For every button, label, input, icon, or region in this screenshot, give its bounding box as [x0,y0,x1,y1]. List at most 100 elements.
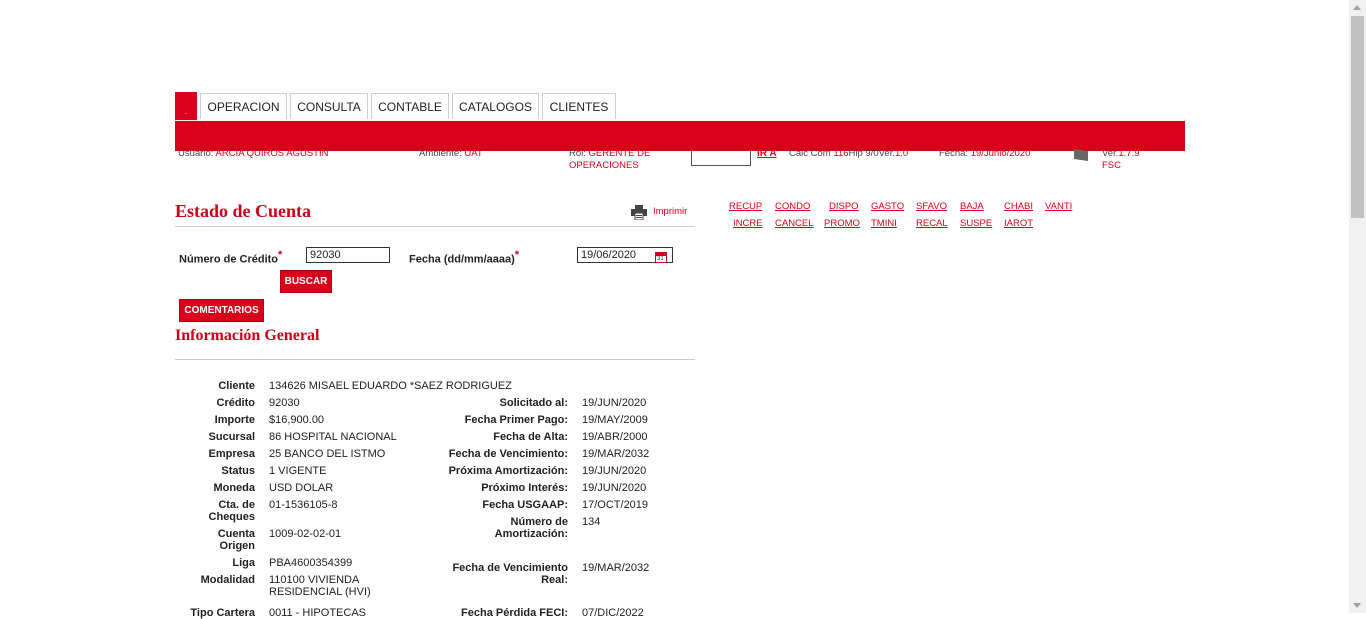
detail-value: 17/OCT/2019 [582,499,649,511]
link-recup[interactable]: RECUP [729,201,762,212]
tab-operacion[interactable]: OPERACION [200,93,287,119]
detail-value: 134 [582,516,601,528]
detail-label: Crédito [216,397,256,409]
link-cancel[interactable]: CANCEL [775,218,814,229]
detail-label: Empresa [208,448,255,460]
usuario-info: Usuario: ARCIA QUIROS AGUSTIN [178,148,328,160]
detail-value: $16,900.00 [269,414,325,426]
tab-consulta[interactable]: CONSULTA [290,93,368,119]
credito-label-text: Número de Crédito [179,253,279,266]
detail-value: 1 VIGENTE [269,465,327,477]
tab-home[interactable]: . [175,92,197,120]
detail-label: Cuenta Origen [217,528,255,552]
credito-label: Número de Crédito* [179,249,282,266]
detail-value: 1009-02-02-01 [269,528,342,540]
usuario-label: Usuario: [178,148,214,159]
detail-label: Importe [214,414,255,426]
detail-value: 92030 [269,397,300,409]
link-dispo[interactable]: DISPO [829,201,859,212]
required-mark: * [514,249,520,261]
fecha-label-text: Fecha (dd/mm/aaaa) [409,253,515,266]
fsc-label: FSC [1102,160,1121,171]
ira-link[interactable]: IR A [757,148,777,159]
link-tmini[interactable]: TMINI [871,218,897,229]
detail-value: 0011 - HIPOTECAS [269,607,366,619]
fecha-info-value: 19/Junio/2020 [970,148,1031,159]
tab-catalogos[interactable]: CATALOGOS [452,93,539,119]
tab-label: CONTABLE [378,99,442,114]
detail-value: 19/JUN/2020 [582,465,647,477]
ambiente-info: Ambiente: UAT [419,148,483,160]
detail-value: 25 BANCO DEL ISTMO [269,448,386,460]
rol-value: GERENTE DE [588,148,651,159]
detail-label: Moneda [213,482,255,494]
ira-input[interactable] [691,151,751,166]
tab-home-label: . [184,106,188,116]
detail-label: Solicitado al: [499,397,568,409]
detail-value: 19/ABR/2000 [582,431,648,443]
link-chabi[interactable]: CHABI [1004,201,1033,212]
detail-label: Sucursal [208,431,255,443]
page-title: Estado de Cuenta [175,201,312,221]
detail-label: Fecha de Alta: [493,431,568,443]
link-sfavo[interactable]: SFAVO [916,201,947,212]
link-promo[interactable]: PROMO [824,218,860,229]
detail-value: 19/JUN/2020 [582,397,647,409]
link-recal[interactable]: RECAL [916,218,948,229]
calc-label: Calc Com [789,148,831,159]
link-condo[interactable]: CONDO [775,201,810,212]
link-vanti[interactable]: VANTI [1045,201,1072,212]
detail-label: Cliente [218,380,255,392]
detail-value: PBA4600354399 [269,557,353,569]
tab-contable[interactable]: CONTABLE [371,93,449,119]
tab-label: CATALOGOS [459,99,532,114]
fecha-label: Fecha (dd/mm/aaaa)* [409,249,519,266]
detail-label: Número de Amortización: [494,516,568,540]
calendar-icon[interactable]: 31 [655,252,667,263]
detail-value: 07/DIC/2022 [582,607,644,619]
detail-value: 19/MAY/2009 [582,414,648,426]
buscar-button[interactable]: BUSCAR [280,270,332,293]
hip-value: 1.0 [894,148,909,159]
tab-clientes[interactable]: CLIENTES [542,93,616,119]
detail-label: Status [221,465,255,477]
rol-label: Rol: [569,148,586,159]
detail-label: Cta. de Cheques [208,499,255,523]
detail-value: 19/MAR/2032 [582,448,650,460]
tab-label: CONSULTA [297,99,361,114]
ambiente-value: UAT [464,148,483,159]
calc-value: 116 [833,148,849,159]
ver-value: 1.7.9 [1118,148,1140,159]
scrollbar-thumb[interactable] [1351,16,1364,218]
detail-label: Fecha USGAAP: [482,499,568,511]
fecha-info: Fecha: 19/Junio/2020 [939,148,1030,160]
fecha-info-label: Fecha: [939,148,969,159]
detail-value: 86 HOSPITAL NACIONAL [269,431,397,443]
ver-label: Ver. [1102,148,1119,159]
scroll-down-icon[interactable] [1353,603,1361,608]
link-suspe[interactable]: SUSPE [960,218,992,229]
document-icon[interactable] [1074,149,1088,161]
link-incre[interactable]: INCRE [733,218,763,229]
detail-value: 01-1536105-8 [269,499,338,511]
detail-value: 110100 VIVIENDA RESIDENCIAL (HVI) [269,574,371,598]
comentarios-button[interactable]: COMENTARIOS [179,299,264,322]
printer-icon[interactable] [631,205,647,220]
detail-label: Fecha Primer Pago: [464,414,568,426]
link-iarot[interactable]: IAROT [1004,218,1033,229]
link-baja[interactable]: BAJA [960,201,984,212]
scroll-up-icon[interactable] [1353,5,1361,10]
detail-label: Tipo Cartera [190,607,255,619]
link-gasto[interactable]: GASTO [871,201,904,212]
usuario-value: ARCIA QUIROS AGUSTIN [215,148,329,159]
version-info: Ver.1.7.9 FSC [1102,148,1140,172]
detail-value: 134626 MISAEL EDUARDO *SAEZ RODRIGUEZ [269,380,512,392]
required-mark: * [278,249,283,261]
tab-label: CLIENTES [549,99,609,114]
imprimir-link[interactable]: Imprimir [653,206,687,217]
detail-value: 19/JUN/2020 [582,482,647,494]
detail-label: Liga [232,557,255,569]
detail-label: Próxima Amortización: [448,465,568,477]
credito-input[interactable] [306,247,390,263]
detail-label: Modalidad [200,574,255,586]
